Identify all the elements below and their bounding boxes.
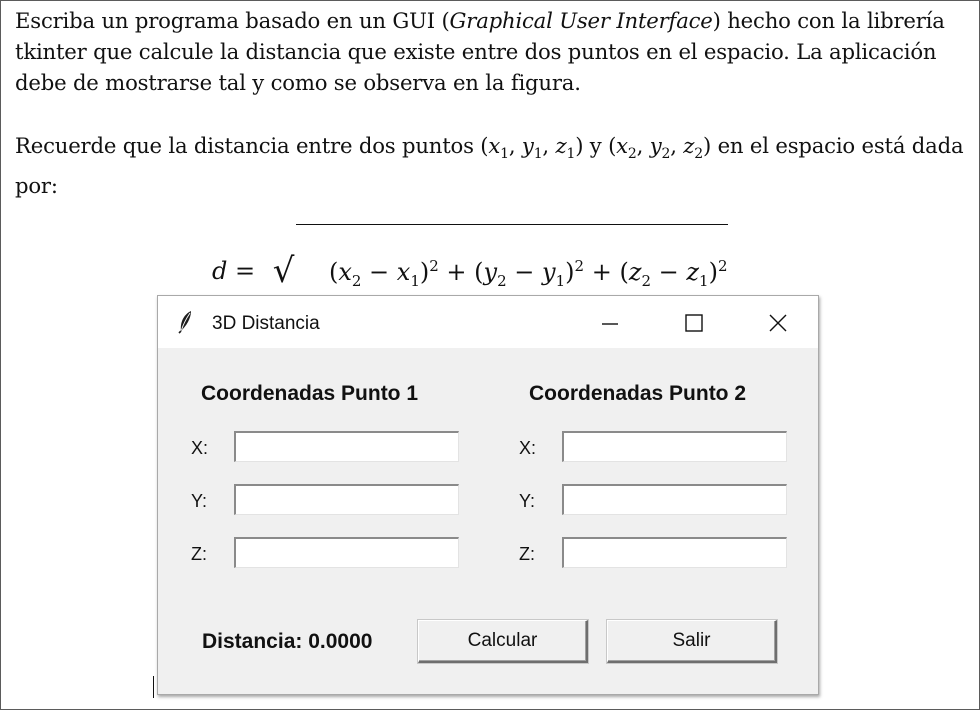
var: x xyxy=(338,258,352,286)
p2-x1: x xyxy=(488,133,501,158)
sup: 2 xyxy=(429,257,439,275)
formula-equals: = xyxy=(227,256,263,285)
minus: − xyxy=(506,258,543,286)
punto1-x-input[interactable] xyxy=(234,431,459,462)
window-title: 3D Distancia xyxy=(212,313,320,334)
p2-x1-sub: 1 xyxy=(500,146,509,163)
sub: 1 xyxy=(410,271,420,290)
punto1-y-label: Y: xyxy=(191,491,208,511)
close-button[interactable] xyxy=(748,302,808,344)
var: z xyxy=(628,258,642,286)
punto1-z-input[interactable] xyxy=(234,537,459,568)
punto2-y-input[interactable] xyxy=(562,484,787,515)
minimize-icon xyxy=(602,323,618,325)
sqrt-symbol: √ xyxy=(272,250,295,291)
minus: − xyxy=(651,258,687,286)
salir-button[interactable]: Salir xyxy=(607,620,777,663)
calcular-button[interactable]: Calcular xyxy=(418,620,588,663)
p2-y1: y xyxy=(521,133,534,158)
paren: ) xyxy=(708,258,718,286)
sup: 2 xyxy=(574,257,585,275)
p2-x2-sub: 2 xyxy=(627,146,637,163)
var: z xyxy=(686,258,700,286)
p2-text-a: Recuerde que la distancia entre dos punt… xyxy=(15,133,489,158)
sub: 2 xyxy=(641,271,652,290)
punto1-z-label: Z: xyxy=(191,544,207,564)
var: x xyxy=(396,258,411,286)
distance-app-window: 3D Distancia Coordenadas Punto 1 Coorden… xyxy=(157,295,819,695)
paren: ( xyxy=(328,258,339,286)
plus: + xyxy=(438,258,475,286)
feather-icon xyxy=(178,310,194,339)
formula-lhs: d xyxy=(212,256,228,285)
p2-z1: z xyxy=(555,133,567,158)
sub: 1 xyxy=(699,271,709,290)
punto2-z-label: Z: xyxy=(519,544,535,564)
p2-x2: x xyxy=(616,133,628,158)
p2-comma: , xyxy=(636,133,650,158)
instructions-paragraph: Escriba un programa basado en un GUI (Gr… xyxy=(15,5,970,98)
var: y xyxy=(483,258,498,286)
sub: 2 xyxy=(351,271,362,290)
plus: + xyxy=(584,258,620,286)
p1-italic-term: Graphical User Interface xyxy=(449,8,713,33)
p2-comma: , xyxy=(542,133,556,158)
close-icon xyxy=(769,314,787,332)
paren: ) xyxy=(565,258,575,286)
punto1-heading: Coordenadas Punto 1 xyxy=(201,382,419,405)
title-bar[interactable]: 3D Distancia xyxy=(158,296,818,348)
p2-z1-sub: 1 xyxy=(566,146,576,163)
p2-y2-sub: 2 xyxy=(661,146,671,163)
sup: 2 xyxy=(717,257,728,275)
distance-result-label: Distancia: 0.0000 xyxy=(202,630,373,653)
sub: 2 xyxy=(497,271,507,290)
paren: ( xyxy=(474,258,484,286)
punto1-x-label: X: xyxy=(191,438,209,458)
text-caret xyxy=(153,676,154,698)
p2-comma: , xyxy=(508,133,522,158)
punto2-x-label: X: xyxy=(519,438,537,458)
var: y xyxy=(542,258,556,286)
punto2-x-input[interactable] xyxy=(562,431,787,462)
punto2-z-input[interactable] xyxy=(562,537,787,568)
maximize-button[interactable] xyxy=(664,302,724,344)
sub: 1 xyxy=(555,271,566,290)
p2-mid: ) y ( xyxy=(575,133,617,158)
p2-z2: z xyxy=(683,133,695,158)
maximize-icon xyxy=(685,314,703,332)
punto2-heading: Coordenadas Punto 2 xyxy=(529,382,747,405)
p2-z2-sub: 2 xyxy=(694,146,703,163)
paren: ) xyxy=(419,258,430,286)
minimize-button[interactable] xyxy=(580,302,640,344)
paren: ( xyxy=(619,258,629,286)
formula-intro-paragraph: Recuerde que la distancia entre dos punt… xyxy=(15,130,970,201)
p2-comma: , xyxy=(670,133,684,158)
minus: − xyxy=(361,258,397,286)
punto1-y-input[interactable] xyxy=(234,484,459,515)
punto2-y-label: Y: xyxy=(519,491,536,511)
p1-text-start: Escriba un programa basado en un GUI ( xyxy=(15,8,450,33)
p2-y2: y xyxy=(649,133,662,158)
